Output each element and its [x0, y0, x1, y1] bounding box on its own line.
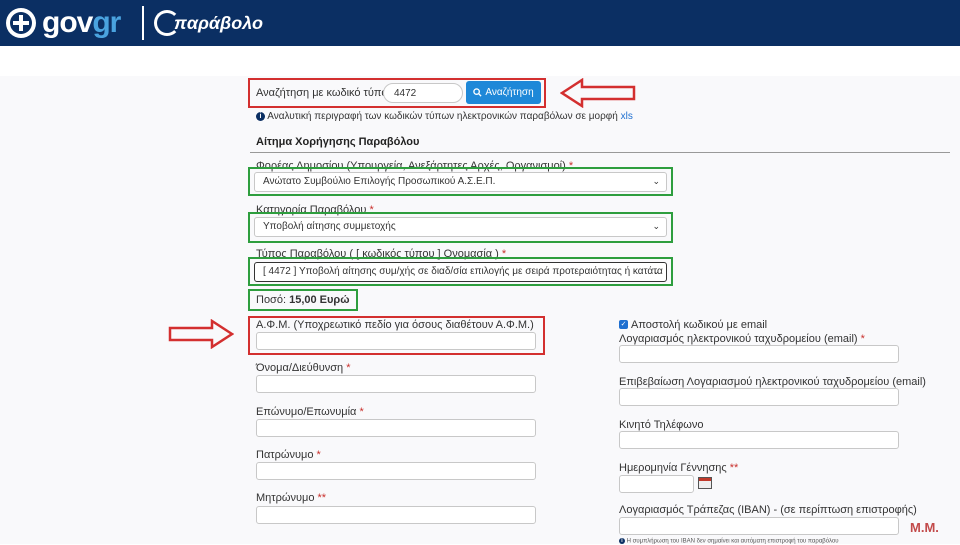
amount-display: Ποσό: 15,00 Ευρώ [256, 294, 350, 306]
amount-value: 15,00 Ευρώ [289, 294, 350, 306]
red-arrow-left-icon [560, 78, 636, 108]
fathers-name-label-text: Πατρώνυμο [256, 449, 314, 461]
required-mark: ** [317, 492, 327, 504]
mothers-name-label: Μητρώνυμο ** [256, 492, 326, 504]
form-title: Αίτημα Χορήγησης Παραβόλου [256, 136, 420, 148]
paravolo-logo[interactable]: παράβολο [154, 6, 263, 40]
author-watermark: Μ.Μ. [910, 520, 939, 535]
chevron-down-icon: ⌄ [652, 176, 660, 186]
mothers-name-input[interactable] [256, 506, 536, 524]
greek-emblem-icon [6, 8, 36, 38]
fathers-name-label: Πατρώνυμο * [256, 449, 321, 461]
mobile-label: Κινητό Τηλέφωνο [619, 419, 704, 431]
iban-label: Λογαριασμός Τράπεζας (IBAN) - (σε περίπτ… [619, 504, 917, 516]
gov-gr-logo[interactable]: govgr [6, 6, 121, 40]
magnifier-icon [473, 88, 482, 97]
chevron-down-icon: ⌄ [652, 221, 660, 231]
surname-label-text: Επώνυμο/Επωνυμία [256, 406, 357, 418]
mobile-input[interactable] [619, 431, 899, 449]
section-divider [250, 152, 950, 153]
email-input[interactable] [619, 345, 899, 363]
email-confirm-label: Επιβεβαίωση Λογαριασμού ηλεκτρονικού ταχ… [619, 376, 926, 388]
required-mark: * [860, 333, 865, 345]
brand-gov-text: gov [42, 6, 93, 39]
search-code-value: 4472 [394, 88, 417, 99]
calendar-icon[interactable] [698, 477, 712, 489]
category-select[interactable]: Υποβολή αίτησης συμμετοχής ⌄ [254, 217, 667, 237]
type-select[interactable]: [ 4472 ] Υποβολή αίτησης συμ/χής σε διαδ… [254, 262, 667, 282]
afm-input[interactable] [256, 332, 536, 350]
xls-link[interactable]: xls [621, 111, 633, 122]
send-email-label: Αποστολή κωδικού με email [631, 319, 768, 331]
xls-description-text: Αναλυτική περιγραφή των κωδικών τύπων ηλ… [267, 111, 618, 122]
xls-description: i Αναλυτική περιγραφή των κωδικών τύπων … [256, 111, 633, 122]
name-address-input[interactable] [256, 375, 536, 393]
paravolo-wordmark: παράβολο [174, 12, 263, 33]
afm-label: Α.Φ.Μ. (Υποχρεωτικό πεδίο για όσους διαθ… [256, 319, 534, 331]
top-header: govgr παράβολο [0, 0, 960, 46]
search-code-input[interactable]: 4472 [383, 83, 463, 103]
search-label: Αναζήτηση με κωδικό τύπου [256, 87, 394, 99]
surname-label: Επώνυμο/Επωνυμία * [256, 406, 364, 418]
dob-label-text: Ημερομηνία Γέννησης [619, 462, 727, 474]
search-button-label: Αναζήτηση [485, 87, 534, 98]
required-mark: * [359, 406, 364, 418]
gov-gr-wordmark: govgr [42, 6, 121, 40]
surname-input[interactable] [256, 419, 536, 437]
email-confirm-input[interactable] [619, 388, 899, 406]
agency-selected-value: Ανώτατο Συμβούλιο Επιλογής Προσωπικού Α.… [263, 176, 496, 187]
required-mark: * [316, 449, 321, 461]
name-address-label-text: Όνομα/Διεύθυνση [256, 362, 344, 374]
amount-label: Ποσό: [256, 294, 287, 306]
required-mark: * [346, 362, 351, 374]
red-arrow-right-icon [168, 319, 234, 349]
send-email-checkbox[interactable]: ✓ [619, 320, 628, 329]
type-selected-value: [ 4472 ] Υποβολή αίτησης συμ/χής σε διαδ… [263, 266, 663, 277]
chevron-down-icon: ⌄ [652, 266, 660, 276]
header-spacer [0, 46, 960, 76]
dob-label: Ημερομηνία Γέννησης ** [619, 462, 738, 474]
agency-select[interactable]: Ανώτατο Συμβούλιο Επιλογής Προσωπικού Α.… [254, 172, 667, 192]
info-icon: i [256, 111, 265, 121]
mothers-name-label-text: Μητρώνυμο [256, 492, 315, 504]
email-label: Λογαριασμός ηλεκτρονικού ταχυδρομείου (e… [619, 333, 865, 345]
brand-gr-text: gr [92, 6, 121, 39]
fathers-name-input[interactable] [256, 462, 536, 480]
header-divider [142, 6, 144, 40]
category-selected-value: Υποβολή αίτησης συμμετοχής [263, 221, 396, 232]
email-label-text: Λογαριασμός ηλεκτρονικού ταχυδρομείου (e… [619, 333, 858, 345]
search-button[interactable]: Αναζήτηση [466, 81, 541, 104]
dob-input[interactable] [619, 475, 694, 493]
name-address-label: Όνομα/Διεύθυνση * [256, 362, 350, 374]
info-icon: i [619, 538, 625, 544]
iban-input[interactable] [619, 517, 899, 535]
required-mark: ** [729, 462, 739, 474]
